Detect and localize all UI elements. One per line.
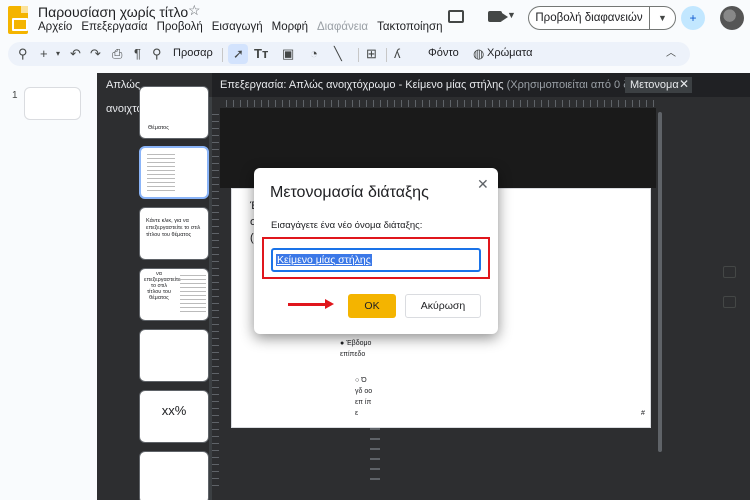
comment-add-icon[interactable]: ⊞	[366, 46, 377, 62]
image-icon[interactable]: ▣	[282, 46, 294, 62]
zoom-icon[interactable]: ⚲	[152, 46, 162, 62]
annotation-arrow	[288, 303, 326, 306]
layout-thumbnail-text: Θέματος	[148, 125, 169, 131]
canvas-bullet-text: Έβδομο επίπεδο	[340, 340, 372, 358]
search-menus-icon[interactable]: ⚲	[18, 46, 28, 62]
meet-video-icon[interactable]	[488, 11, 508, 22]
new-slide-icon[interactable]: +	[40, 46, 48, 62]
horizontal-ruler	[220, 100, 656, 107]
line-icon[interactable]: ╲	[334, 46, 342, 62]
close-editor-icon[interactable]: ✕	[679, 77, 689, 91]
menu-format[interactable]: Μορφή	[272, 21, 308, 33]
canvas-bullet-text: Ό γδ οο επ ίπ ε	[355, 377, 373, 417]
menu-slide[interactable]: Διαφάνεια	[317, 21, 368, 33]
layout-name-input[interactable]: Κείμενο μίας στήλης	[271, 248, 481, 272]
ok-button[interactable]: ΟΚ	[348, 294, 396, 318]
menu-bar: Αρχείο Επεξεργασία Προβολή Εισαγωγή Μορφ…	[38, 21, 442, 33]
comment-icon[interactable]	[448, 10, 464, 23]
print-icon[interactable]: ⎙	[112, 46, 122, 62]
layout-thumbnail-selected[interactable]	[139, 146, 209, 199]
collapse-toolbar-icon[interactable]: ︿	[666, 46, 676, 62]
layout-thumbnail-lines	[180, 275, 206, 315]
toolbar	[8, 42, 690, 66]
redo-icon[interactable]: ↷	[90, 46, 101, 62]
chevron-down-icon[interactable]: ▾	[56, 46, 60, 62]
undo-icon[interactable]: ↶	[70, 46, 81, 62]
slide-number: 1	[12, 90, 18, 101]
theme-icon[interactable]: ʎ	[394, 46, 401, 62]
slides-logo-icon[interactable]	[8, 6, 28, 34]
slide-number-placeholder: #	[641, 410, 645, 417]
chevron-down-icon[interactable]: ▼	[507, 10, 516, 20]
cancel-button[interactable]: Ακύρωση	[405, 294, 481, 318]
menu-insert[interactable]: Εισαγωγή	[212, 21, 263, 33]
canvas-bullet-level-7: ● Έβδομο επίπεδο	[340, 340, 372, 358]
menu-view[interactable]: Προβολή	[157, 21, 203, 33]
layout-thumbnail[interactable]: να επεξεργαστείτε το στιλ τίτλου του θέμ…	[139, 268, 209, 321]
layout-thumbnail-text: xx%	[161, 403, 187, 418]
dialog-label: Εισαγάγετε ένα νέο όνομα διάταξης:	[271, 220, 423, 231]
vertical-scrollbar[interactable]	[658, 112, 662, 452]
slideshow-dropdown-button[interactable]: ▼	[649, 6, 676, 30]
menu-arrange[interactable]: Τακτοποίηση	[377, 21, 442, 33]
layout-thumbnail-lines	[147, 154, 175, 192]
dialog-title: Μετονομασία διάταξης	[270, 184, 429, 201]
palette-icon[interactable]: ◍	[473, 46, 484, 62]
background-button[interactable]: Φόντο	[428, 47, 459, 59]
avatar[interactable]	[720, 6, 744, 30]
selected-input-text: Κείμενο μίας στήλης	[276, 254, 372, 266]
toolbar-divider	[222, 48, 223, 62]
slide-thumbnail[interactable]	[24, 87, 81, 120]
layout-thumbnail[interactable]	[139, 329, 209, 382]
toolbar-divider	[358, 48, 359, 62]
share-add-person-icon[interactable]: +	[681, 6, 705, 30]
layout-thumbnail[interactable]: xx%	[139, 390, 209, 443]
canvas-bullet-level-8: ○ Ό γδ οο επ ίπ ε	[355, 377, 373, 417]
menu-file[interactable]: Αρχείο	[38, 21, 72, 33]
overflow-bullet-lines	[370, 428, 380, 488]
toolbar-divider	[386, 48, 387, 62]
paint-format-icon[interactable]: ¶	[134, 46, 141, 62]
close-icon[interactable]: ✕	[477, 176, 489, 193]
slideshow-button[interactable]: Προβολή διαφανειών	[528, 6, 649, 30]
menu-edit[interactable]: Επεξεργασία	[81, 21, 147, 33]
vertical-ruler	[212, 108, 219, 488]
layout-thumbnail[interactable]	[139, 451, 209, 500]
colors-button[interactable]: Χρώματα	[487, 47, 532, 59]
shape-icon[interactable]: ◔	[310, 46, 318, 62]
select-cursor-icon[interactable]: ➚	[233, 46, 244, 62]
text-box-icon[interactable]: Tт	[254, 46, 268, 62]
folder-icon[interactable]	[723, 296, 736, 308]
layout-thumbnail[interactable]: Θέματος	[139, 86, 209, 139]
layout-thumbnail-text: Κάντε κλικ, για να επεξεργαστείτε το στι…	[146, 218, 201, 238]
zoom-select[interactable]: Προσαρ	[173, 47, 213, 59]
document-title[interactable]: Παρουσίαση χωρίς τίτλο	[38, 4, 188, 20]
star-icon[interactable]: ☆	[188, 2, 201, 19]
annotation-arrow-head	[325, 299, 334, 309]
keep-notes-icon[interactable]	[723, 266, 736, 278]
layout-editor-title: Επεξεργασία: Απλώς ανοιχτόχρωμο - Κείμεν…	[220, 79, 504, 91]
layout-thumbnail-text: να επεξεργαστείτε το στιλ τίτλου του θέμ…	[144, 271, 181, 301]
layout-thumbnail[interactable]: Κάντε κλικ, για να επεξεργαστείτε το στι…	[139, 207, 209, 260]
